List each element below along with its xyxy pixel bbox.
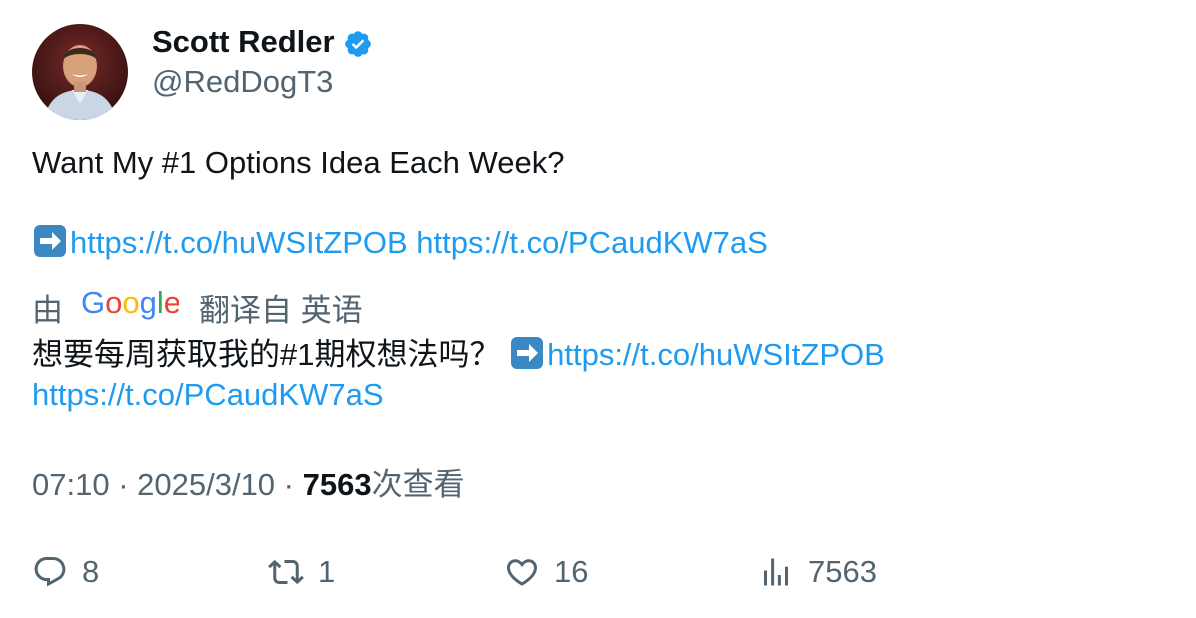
svg-text:Google: Google	[81, 286, 179, 320]
reply-icon	[34, 557, 66, 587]
heart-icon	[506, 559, 538, 586]
right-arrow-emoji-icon	[32, 223, 68, 259]
views-button[interactable]: 7563	[758, 550, 877, 594]
translated-link-1[interactable]: https://t.co/huWSItZPOB	[547, 337, 885, 372]
avatar[interactable]	[32, 24, 128, 120]
like-count: 16	[554, 554, 589, 589]
tweet-time[interactable]: 07:10	[32, 467, 110, 502]
translation-attribution: 由 Google 翻译自 英语	[32, 285, 363, 328]
tweet-text-line: Want My #1 Options Idea Each Week?	[32, 145, 565, 180]
author-name[interactable]: Scott Redler	[152, 22, 373, 62]
translated-line-2: https://t.co/PCaudKW7aS	[32, 375, 885, 415]
meta-separator: ·	[109, 467, 138, 502]
translated-body: 想要每周获取我的#1期权想法吗？ https://t.co/huWSItZPOB…	[32, 335, 885, 415]
view-count-label: 次查看	[371, 467, 465, 502]
translation-prefix: 由	[32, 292, 63, 328]
analytics-icon	[764, 558, 788, 586]
reply-count: 8	[82, 554, 100, 589]
view-count: 7563	[302, 467, 372, 502]
tweet-link-1[interactable]: https://t.co/huWSItZPOB	[70, 225, 408, 260]
tweet-meta: 07:10 · 2025/3/10 · 7563次查看	[32, 465, 465, 505]
author-name-text[interactable]: Scott Redler	[152, 22, 335, 62]
action-bar: 8 1 16 7563	[0, 550, 1196, 594]
translated-text: 想要每周获取我的#1期权想法吗？	[32, 337, 501, 372]
like-button[interactable]: 16	[504, 550, 588, 594]
retweet-icon	[268, 559, 304, 585]
right-arrow-emoji-icon	[509, 335, 545, 371]
retweet-count: 1	[318, 554, 336, 589]
translated-line-1: 想要每周获取我的#1期权想法吗？ https://t.co/huWSItZPOB	[32, 335, 885, 375]
translated-link-2[interactable]: https://t.co/PCaudKW7aS	[32, 377, 384, 412]
author-handle[interactable]: @RedDogT3	[152, 64, 333, 100]
tweet-date[interactable]: 2025/3/10	[137, 467, 275, 502]
meta-separator: ·	[275, 467, 303, 502]
translation-suffix: 翻译自 英语	[199, 292, 363, 328]
views-count: 7563	[808, 554, 877, 589]
tweet-link-2[interactable]: https://t.co/PCaudKW7aS	[416, 225, 768, 260]
reply-button[interactable]: 8	[32, 550, 99, 594]
verified-badge-icon	[343, 29, 373, 59]
retweet-button[interactable]: 1	[268, 550, 335, 594]
google-logo: Google	[81, 285, 181, 328]
tweet-links-line: https://t.co/huWSItZPOB https://t.co/PCa…	[32, 223, 768, 263]
tweet-body: Want My #1 Options Idea Each Week? https…	[32, 143, 768, 263]
